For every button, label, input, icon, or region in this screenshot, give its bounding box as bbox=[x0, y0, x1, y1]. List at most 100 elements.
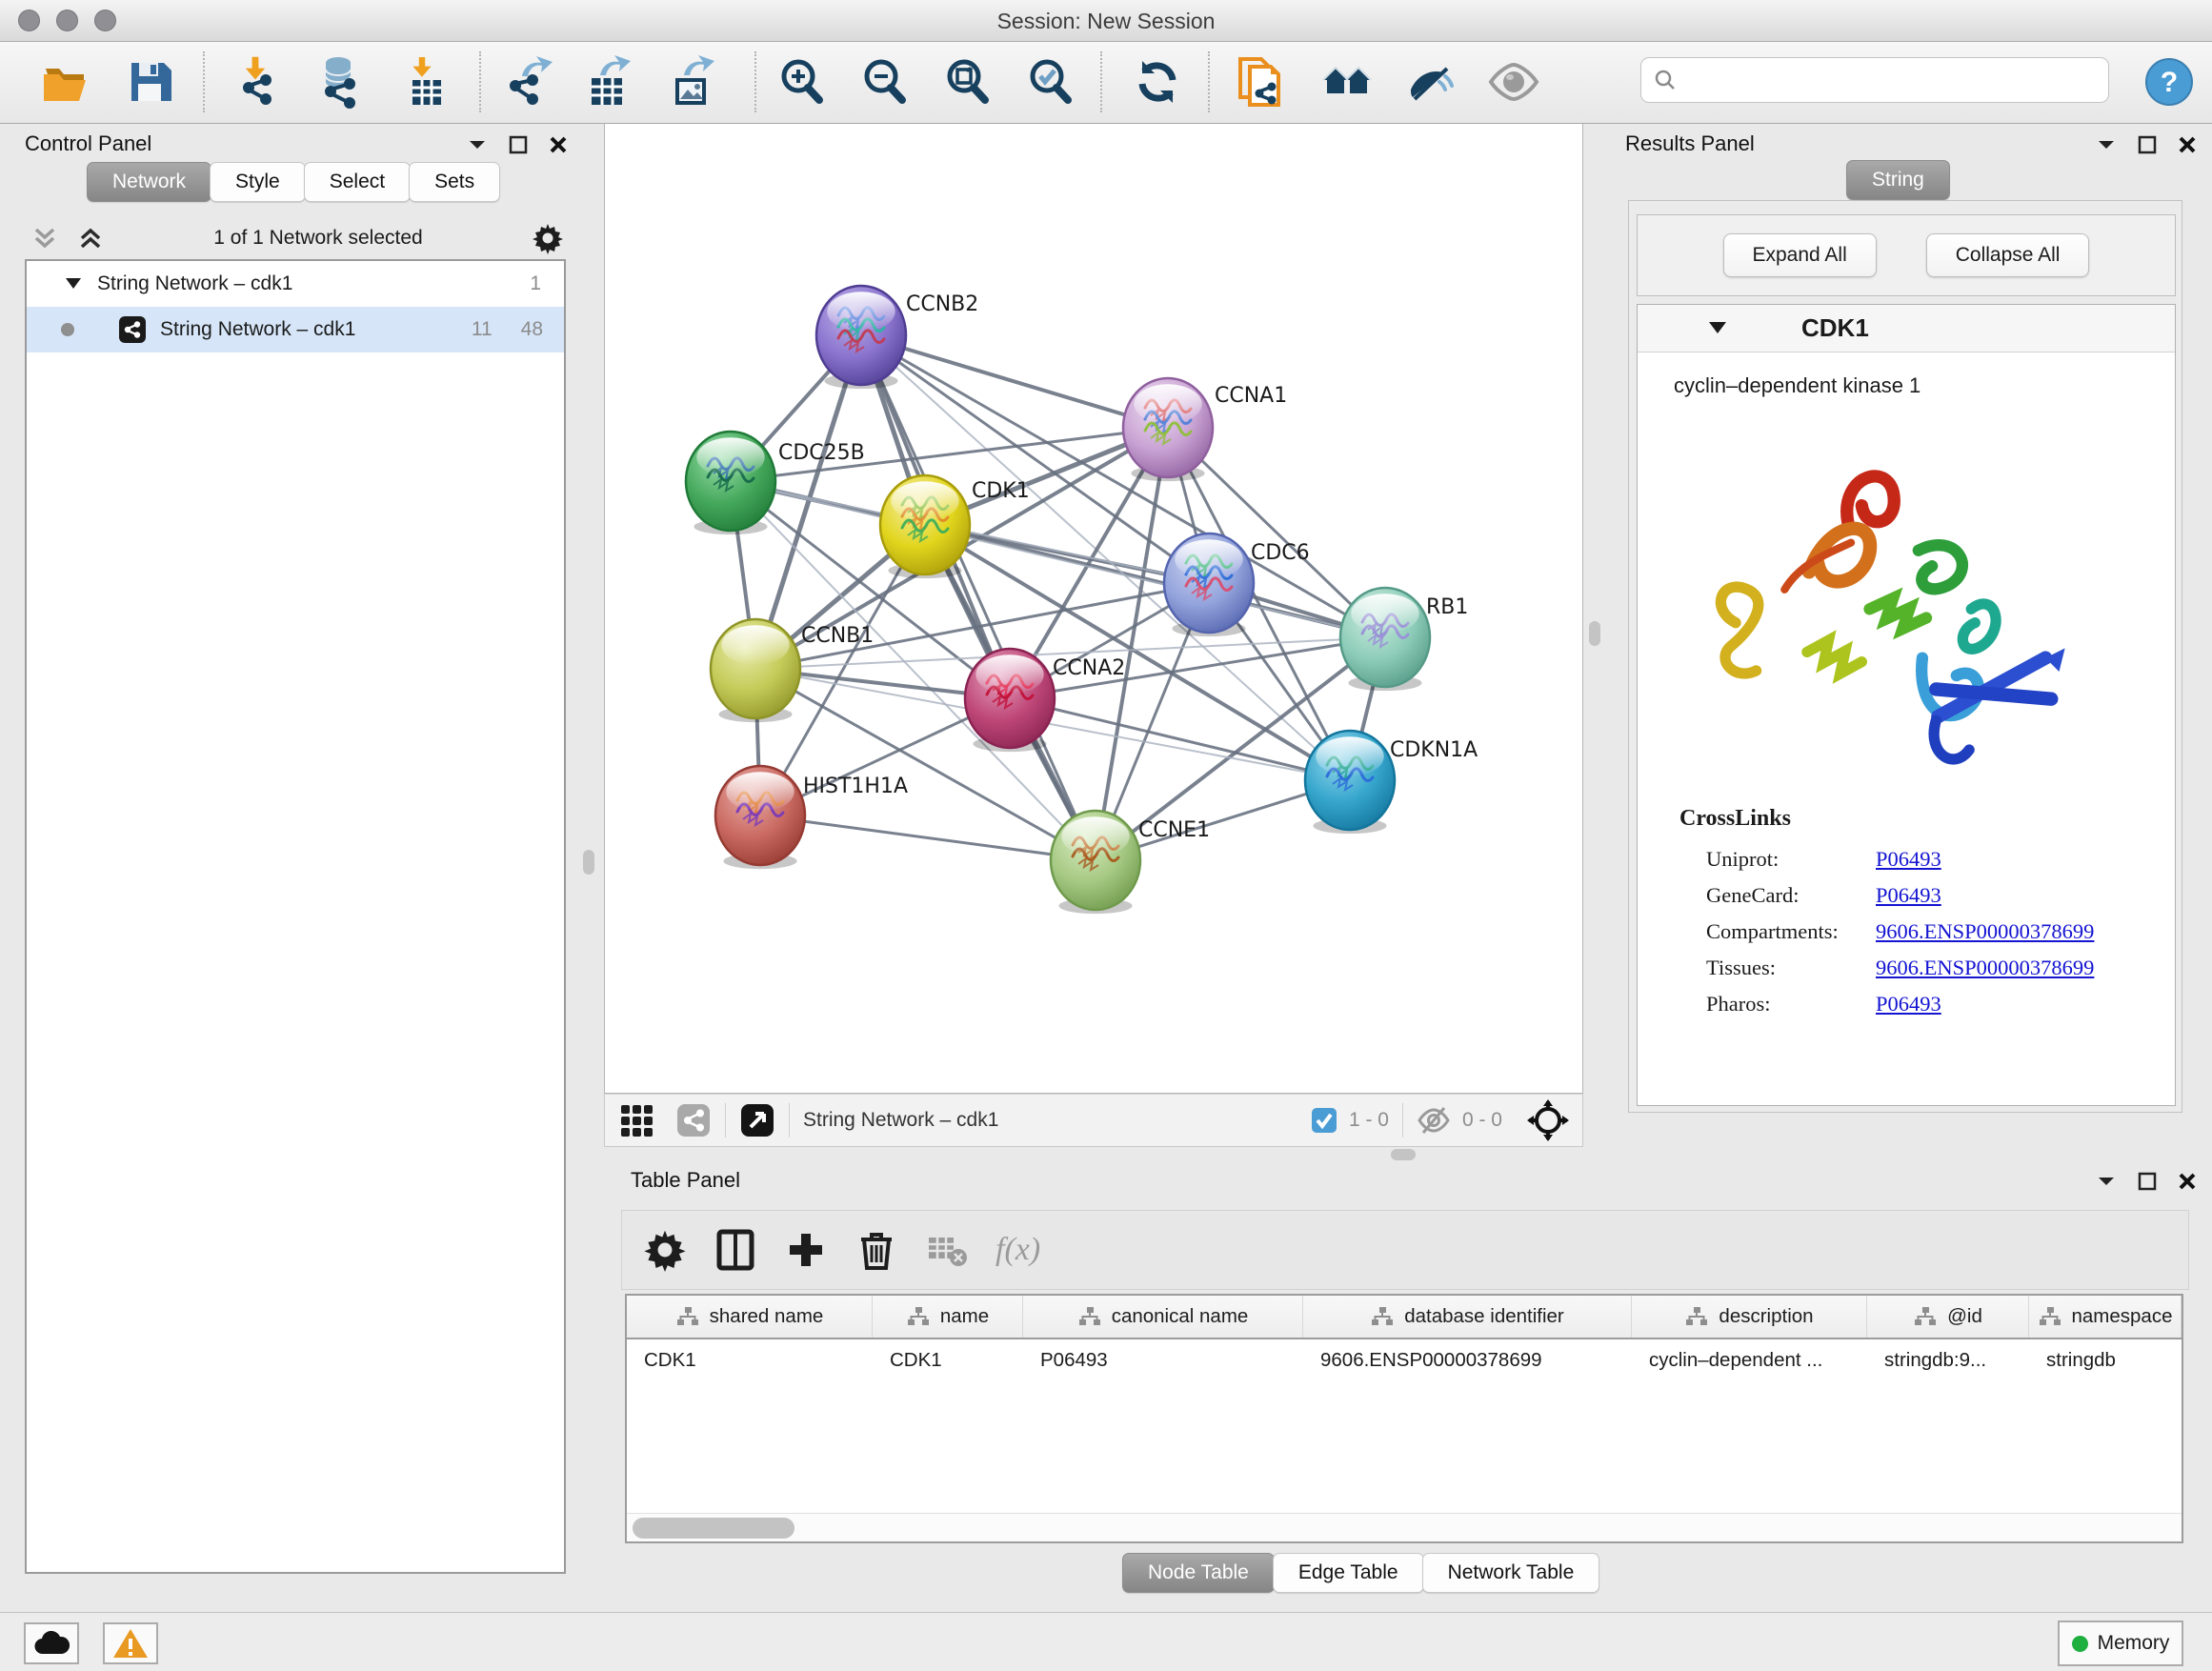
float-menu-icon[interactable] bbox=[2096, 1175, 2117, 1188]
tab-sets[interactable]: Sets bbox=[409, 162, 500, 202]
node-label-CCNA2: CCNA2 bbox=[1053, 656, 1125, 680]
table-cell: cyclin–dependent ... bbox=[1632, 1349, 1867, 1372]
memory-button[interactable]: Memory bbox=[2058, 1621, 2183, 1666]
collapse-all-button[interactable]: Collapse All bbox=[1926, 233, 2090, 277]
first-neighbors-icon[interactable] bbox=[1320, 55, 1374, 109]
node-label-RB1: RB1 bbox=[1426, 595, 1468, 619]
detach-view-icon[interactable] bbox=[739, 1102, 775, 1138]
network-graph[interactable]: CCNB2CCNA1CDC25BCDK1CDC6RB1CCNB1CCNA2CDK… bbox=[605, 124, 1584, 1094]
crosslink-value[interactable]: P06493 bbox=[1876, 847, 1941, 872]
grid-view-icon[interactable] bbox=[618, 1102, 654, 1138]
node-CCNB1[interactable] bbox=[711, 619, 800, 722]
node-CDC25B[interactable] bbox=[686, 432, 775, 534]
memory-status-dot bbox=[2072, 1636, 2088, 1652]
hidden-eye-icon[interactable] bbox=[1417, 1106, 1451, 1135]
node-CDKN1A[interactable] bbox=[1305, 731, 1395, 834]
node-label-CCNB1: CCNB1 bbox=[801, 624, 874, 648]
gear-icon[interactable] bbox=[532, 222, 564, 254]
network-icon-disabled[interactable] bbox=[675, 1102, 712, 1138]
help-icon[interactable]: ? bbox=[2144, 57, 2198, 111]
undock-icon[interactable] bbox=[2138, 1172, 2157, 1191]
node-CCNE1[interactable] bbox=[1051, 811, 1140, 914]
network-nodes: CCNB2CCNA1CDC25BCDK1CDC6RB1CCNB1CCNA2CDK… bbox=[686, 286, 1478, 914]
scrollbar-thumb[interactable] bbox=[633, 1518, 794, 1539]
collapse-gene-icon[interactable] bbox=[1708, 321, 1727, 335]
column-header-namespace[interactable]: namespace bbox=[2029, 1296, 2182, 1338]
tab-network[interactable]: Network bbox=[87, 162, 211, 202]
zoom-fit-icon[interactable] bbox=[941, 55, 995, 109]
expand-all-button[interactable]: Expand All bbox=[1723, 233, 1877, 277]
crosslink-row: GeneCard:P06493 bbox=[1706, 877, 2175, 914]
column-header-id[interactable]: @id bbox=[1867, 1296, 2029, 1338]
node-label-HIST1H1A: HIST1H1A bbox=[803, 775, 908, 798]
close-icon[interactable] bbox=[2178, 1172, 2197, 1191]
column-header-sharedname[interactable]: shared name bbox=[627, 1296, 873, 1338]
expand-all-icon[interactable] bbox=[76, 224, 105, 252]
string-import-icon[interactable] bbox=[1235, 55, 1288, 109]
network-collection-row[interactable]: String Network – cdk1 1 bbox=[27, 261, 564, 307]
network-row[interactable]: String Network – cdk1 11 48 bbox=[27, 307, 564, 352]
float-menu-icon[interactable] bbox=[2096, 138, 2117, 151]
horizontal-scrollbar[interactable] bbox=[627, 1513, 2182, 1541]
edge-CCNB2-CCNA1[interactable] bbox=[861, 335, 1168, 428]
tab-node-table[interactable]: Node Table bbox=[1122, 1553, 1275, 1593]
tab-string[interactable]: String bbox=[1846, 160, 1950, 200]
import-network-file-icon[interactable] bbox=[233, 55, 287, 109]
show-columns-icon[interactable] bbox=[714, 1228, 757, 1272]
tab-style[interactable]: Style bbox=[210, 162, 306, 202]
node-RB1[interactable] bbox=[1340, 588, 1430, 691]
export-table-icon[interactable] bbox=[580, 55, 633, 109]
node-CDC6[interactable] bbox=[1164, 534, 1254, 636]
tab-network-table[interactable]: Network Table bbox=[1422, 1553, 1600, 1593]
hide-selected-icon[interactable] bbox=[1403, 55, 1457, 109]
network-canvas[interactable]: CCNB2CCNA1CDC25BCDK1CDC6RB1CCNB1CCNA2CDK… bbox=[604, 124, 1583, 1094]
search-input[interactable] bbox=[1640, 57, 2109, 103]
add-column-icon[interactable] bbox=[784, 1228, 828, 1272]
warnings-button[interactable] bbox=[103, 1622, 158, 1664]
crosslink-value[interactable]: 9606.ENSP00000378699 bbox=[1876, 956, 2094, 980]
zoom-in-icon[interactable] bbox=[775, 55, 829, 109]
export-image-icon[interactable] bbox=[664, 55, 717, 109]
crosslink-value[interactable]: P06493 bbox=[1876, 883, 1941, 908]
open-session-icon[interactable] bbox=[40, 55, 93, 109]
column-header-canonicalname[interactable]: canonical name bbox=[1023, 1296, 1303, 1338]
tree-expand-icon[interactable] bbox=[65, 277, 82, 291]
column-header-name[interactable]: name bbox=[873, 1296, 1023, 1338]
show-all-icon[interactable] bbox=[1487, 55, 1540, 109]
tab-edge-table[interactable]: Edge Table bbox=[1273, 1553, 1424, 1593]
close-icon[interactable] bbox=[549, 135, 568, 154]
node-HIST1H1A[interactable] bbox=[715, 766, 805, 869]
selected-checkbox-icon[interactable] bbox=[1311, 1107, 1337, 1134]
collapse-all-icon[interactable] bbox=[30, 224, 59, 252]
crosslink-value[interactable]: 9606.ENSP00000378699 bbox=[1876, 919, 2094, 944]
tab-select[interactable]: Select bbox=[304, 162, 411, 202]
import-table-file-icon[interactable] bbox=[399, 55, 452, 109]
gene-card-header[interactable]: CDK1 bbox=[1638, 305, 2175, 352]
birds-eye-toggle-icon[interactable] bbox=[1527, 1099, 1569, 1141]
node-CCNA1[interactable] bbox=[1123, 378, 1213, 481]
table-row[interactable]: CDK1CDK1P064939606.ENSP00000378699cyclin… bbox=[627, 1339, 2182, 1381]
left-splitter-handle[interactable] bbox=[583, 850, 594, 875]
crosslink-value[interactable]: P06493 bbox=[1876, 992, 1941, 1017]
right-splitter-handle[interactable] bbox=[1589, 621, 1600, 646]
table-settings-gear-icon[interactable] bbox=[643, 1228, 687, 1272]
main-toolbar: ? bbox=[0, 42, 2212, 124]
close-icon[interactable] bbox=[2178, 135, 2197, 154]
cloud-button[interactable] bbox=[24, 1622, 79, 1664]
zoom-out-icon[interactable] bbox=[858, 55, 912, 109]
delete-column-icon[interactable] bbox=[855, 1228, 898, 1272]
float-menu-icon[interactable] bbox=[467, 138, 488, 151]
save-session-icon[interactable] bbox=[124, 55, 177, 109]
column-header-description[interactable]: description bbox=[1632, 1296, 1867, 1338]
import-network-database-icon[interactable] bbox=[313, 55, 367, 109]
refresh-layout-icon[interactable] bbox=[1131, 55, 1184, 109]
column-header-databaseidentifier[interactable]: database identifier bbox=[1303, 1296, 1632, 1338]
node-CCNB2[interactable] bbox=[816, 286, 906, 389]
bottom-splitter-handle[interactable] bbox=[1391, 1149, 1416, 1160]
network-share-icon bbox=[118, 315, 147, 344]
undock-icon[interactable] bbox=[509, 135, 528, 154]
export-network-icon[interactable] bbox=[502, 55, 555, 109]
undock-icon[interactable] bbox=[2138, 135, 2157, 154]
edge-HIST1H1A-CCNE1[interactable] bbox=[760, 815, 1096, 860]
zoom-selected-icon[interactable] bbox=[1024, 55, 1077, 109]
